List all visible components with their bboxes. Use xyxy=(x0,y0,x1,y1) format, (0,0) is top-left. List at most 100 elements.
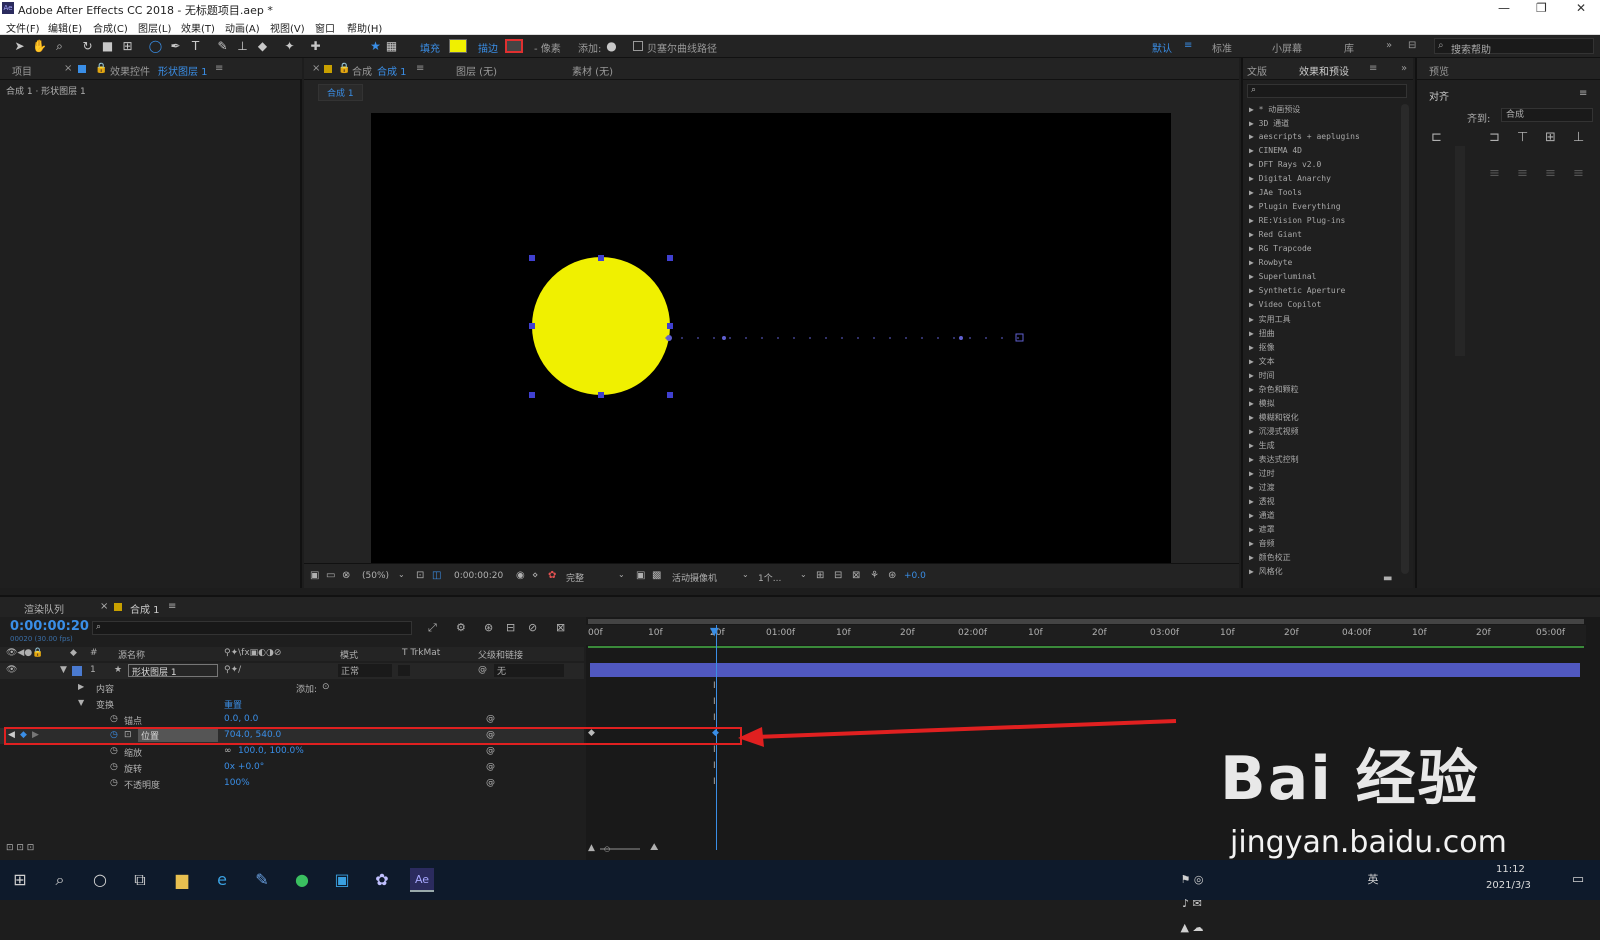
timeline-bottom-icons[interactable]: ⊡ ⊡ ⊡ xyxy=(6,843,34,853)
layer-name[interactable]: 形状图层 1 xyxy=(128,664,218,678)
zoom-in-icon[interactable]: ⛰ xyxy=(650,842,658,853)
bbox-handle-tl[interactable] xyxy=(529,255,535,261)
start-icon[interactable]: ⊞ xyxy=(8,868,32,892)
close-icon[interactable]: ✕ xyxy=(1576,1,1586,15)
resolution-dropdown[interactable]: 完整 xyxy=(566,571,584,584)
bbox-handle-b[interactable] xyxy=(598,392,604,398)
bbox-handle-r[interactable] xyxy=(667,323,673,329)
property-row[interactable]: ◷ 缩放 ∞ 100.0, 100.0% @ xyxy=(0,744,584,760)
effects-category[interactable]: ▶ RG Trapcode xyxy=(1249,244,1312,253)
align-right-icon[interactable]: ⊐ xyxy=(1489,130,1500,145)
stroke-color-swatch[interactable] xyxy=(505,39,523,53)
menu-layer[interactable]: 图层(L) xyxy=(138,20,171,35)
mask-icon[interactable]: ⊗ xyxy=(342,570,350,581)
effects-menu-icon[interactable]: ≡ xyxy=(1369,63,1377,74)
flowchart-icon[interactable]: ⚘ xyxy=(870,570,879,581)
menu-edit[interactable]: 编辑(E) xyxy=(48,20,82,35)
brush-tool-icon[interactable]: ✎ xyxy=(215,39,230,54)
shy-icon[interactable]: ⊛ xyxy=(484,621,493,634)
tray-icons[interactable]: ⚑ ◎ ♪ ✉ ▲ ☁ xyxy=(1180,868,1204,934)
contents-row[interactable]: ▶ 内容 添加: ⊙ xyxy=(0,680,584,696)
maximize-icon[interactable]: ❐ xyxy=(1536,1,1547,15)
pan-behind-tool-icon[interactable]: ⊞ xyxy=(120,39,135,54)
roi-icon[interactable]: ▣ xyxy=(636,570,645,581)
frame-blend-icon[interactable]: ⊟ xyxy=(506,621,515,634)
effects-category[interactable]: ▶ 透视 xyxy=(1249,496,1275,507)
toggle-pixel-icon[interactable]: ⊞ xyxy=(816,570,824,581)
effects-category[interactable]: ▶ Superluminal xyxy=(1249,272,1316,281)
panel-menu-icon[interactable]: ≡ xyxy=(215,63,223,74)
expand-contents-icon[interactable]: ▶ xyxy=(78,682,84,691)
effects-category[interactable]: ▶ 表达式控制 xyxy=(1249,454,1299,465)
property-pickwhip-icon[interactable]: @ xyxy=(486,714,495,724)
constrain-proportions-icon[interactable]: ∞ xyxy=(224,746,232,756)
clock-time[interactable]: 11:12 xyxy=(1496,864,1525,875)
effects-category[interactable]: ▶ DFT Rays v2.0 xyxy=(1249,160,1321,169)
menu-effect[interactable]: 效果(T) xyxy=(181,20,215,35)
effects-category[interactable]: ▶ 模糊和锐化 xyxy=(1249,412,1299,423)
property-row[interactable]: ◷ 锚点 0.0, 0.0 @ xyxy=(0,712,584,728)
search-taskbar-icon[interactable]: ⌕ xyxy=(48,868,72,892)
star-icon[interactable]: ★ xyxy=(368,39,383,54)
property-value[interactable]: 0x +0.0° xyxy=(224,762,264,772)
effects-category[interactable]: ▶ 时间 xyxy=(1249,370,1275,381)
clone-tool-icon[interactable]: ⊥ xyxy=(235,39,250,54)
effects-category[interactable]: ▶ 过渡 xyxy=(1249,482,1275,493)
reset-transform-link[interactable]: 重置 xyxy=(224,698,242,711)
viewer-menu-icon[interactable]: ≡ xyxy=(416,63,424,74)
exposure-value[interactable]: +0.0 xyxy=(904,571,926,581)
motion-path-handle-1[interactable] xyxy=(722,336,726,340)
wechat-icon[interactable]: ● xyxy=(290,868,314,892)
after-effects-taskbar-icon[interactable]: Ae xyxy=(410,868,434,892)
yellow-circle-shape[interactable] xyxy=(532,257,670,395)
effects-category[interactable]: ▶ 实用工具 xyxy=(1249,314,1291,325)
zoom-tool-icon[interactable]: ⌕ xyxy=(52,39,67,54)
region-icon[interactable]: ◫ xyxy=(432,570,441,581)
stroke-label[interactable]: 描边 xyxy=(478,40,498,55)
effects-scrollbar[interactable] xyxy=(1401,104,1409,574)
add-dropdown-icon[interactable]: ● xyxy=(604,39,619,54)
app-cog-icon[interactable]: ✿ xyxy=(370,868,394,892)
effects-category[interactable]: ▶ CINEMA 4D xyxy=(1249,146,1302,155)
effects-category[interactable]: ▶ Rowbyte xyxy=(1249,258,1292,267)
bbox-handle-tr[interactable] xyxy=(667,255,673,261)
tab-composition[interactable]: 合成 xyxy=(352,63,372,78)
new-preset-icon[interactable]: ▬ xyxy=(1383,573,1392,584)
comp-flowchart-icon[interactable]: ⤢ xyxy=(428,621,437,635)
selection-tool-icon[interactable]: ➤ xyxy=(12,39,27,54)
add-contents-icon[interactable]: ⊙ xyxy=(322,682,330,692)
property-value[interactable]: 100% xyxy=(224,778,250,788)
close-viewer-tab-icon[interactable]: × xyxy=(312,63,320,74)
effects-search-field[interactable]: ⌕ xyxy=(1247,84,1407,98)
stopwatch-icon[interactable]: ◷ xyxy=(110,714,118,724)
property-value[interactable]: 100.0, 100.0% xyxy=(238,746,304,756)
edge-icon[interactable]: e xyxy=(210,868,234,892)
tab-info[interactable]: 文版 xyxy=(1247,63,1267,78)
align-bottom-icon[interactable]: ⊥ xyxy=(1573,130,1584,145)
menu-view[interactable]: 视图(V) xyxy=(270,20,305,35)
stopwatch-icon[interactable]: ◷ xyxy=(110,778,118,788)
magnify-icon[interactable]: ▣ xyxy=(310,570,319,581)
puppet-tool-icon[interactable]: ✚ xyxy=(308,39,323,54)
effects-category[interactable]: ▶ Video Copilot xyxy=(1249,300,1321,309)
current-time[interactable]: 0:00:00:20 xyxy=(10,619,89,634)
camera-tool-icon[interactable]: ■ xyxy=(100,39,115,54)
menu-help[interactable]: 帮助(H) xyxy=(347,20,382,35)
property-pickwhip-icon[interactable]: @ xyxy=(486,746,495,756)
zoom-chevron-icon[interactable]: ⌄ xyxy=(398,570,405,579)
fill-label[interactable]: 填充 xyxy=(420,40,440,55)
bbox-handle-t[interactable] xyxy=(598,255,604,261)
tab-comp-timeline[interactable]: 合成 1 xyxy=(130,601,160,616)
expand-transform-icon[interactable]: ▼ xyxy=(78,698,84,707)
tab-project[interactable]: 项目 xyxy=(12,63,32,78)
text-tool-icon[interactable]: T xyxy=(188,39,203,54)
align-vcenter-icon[interactable]: ⊞ xyxy=(1545,130,1556,145)
draft-3d-icon[interactable]: ⚙ xyxy=(456,621,466,634)
search-help-field[interactable]: ⌕ 搜索帮助 xyxy=(1434,38,1594,56)
roto-brush-icon[interactable]: ✦ xyxy=(282,39,297,54)
workspace-default[interactable]: 默认 xyxy=(1152,40,1172,55)
views-chevron-icon[interactable]: ⌄ xyxy=(800,570,807,579)
workspace-small[interactable]: 小屏幕 xyxy=(1272,40,1302,55)
cortana-icon[interactable]: ○ xyxy=(88,868,112,892)
effects-category[interactable]: ▶ 颜色校正 xyxy=(1249,552,1291,563)
